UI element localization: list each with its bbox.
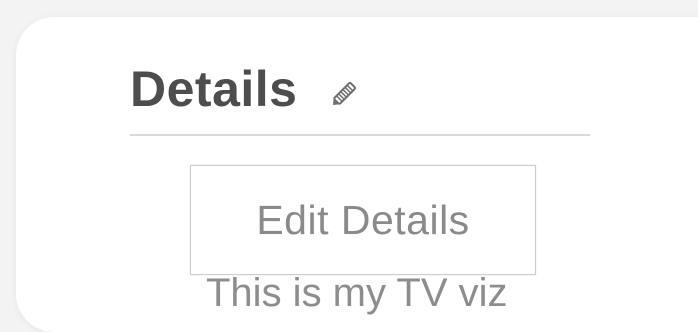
edit-details-tooltip: Edit Details	[190, 165, 536, 275]
pencil-icon[interactable]	[325, 73, 365, 113]
pencil-icon-svg	[333, 82, 357, 106]
details-description: This is my TV viz	[206, 271, 508, 315]
details-card: Details Edit Details This is my TV viz	[16, 17, 698, 332]
details-title: Details	[130, 61, 298, 117]
details-header: Details	[130, 61, 365, 117]
details-divider	[130, 134, 590, 136]
